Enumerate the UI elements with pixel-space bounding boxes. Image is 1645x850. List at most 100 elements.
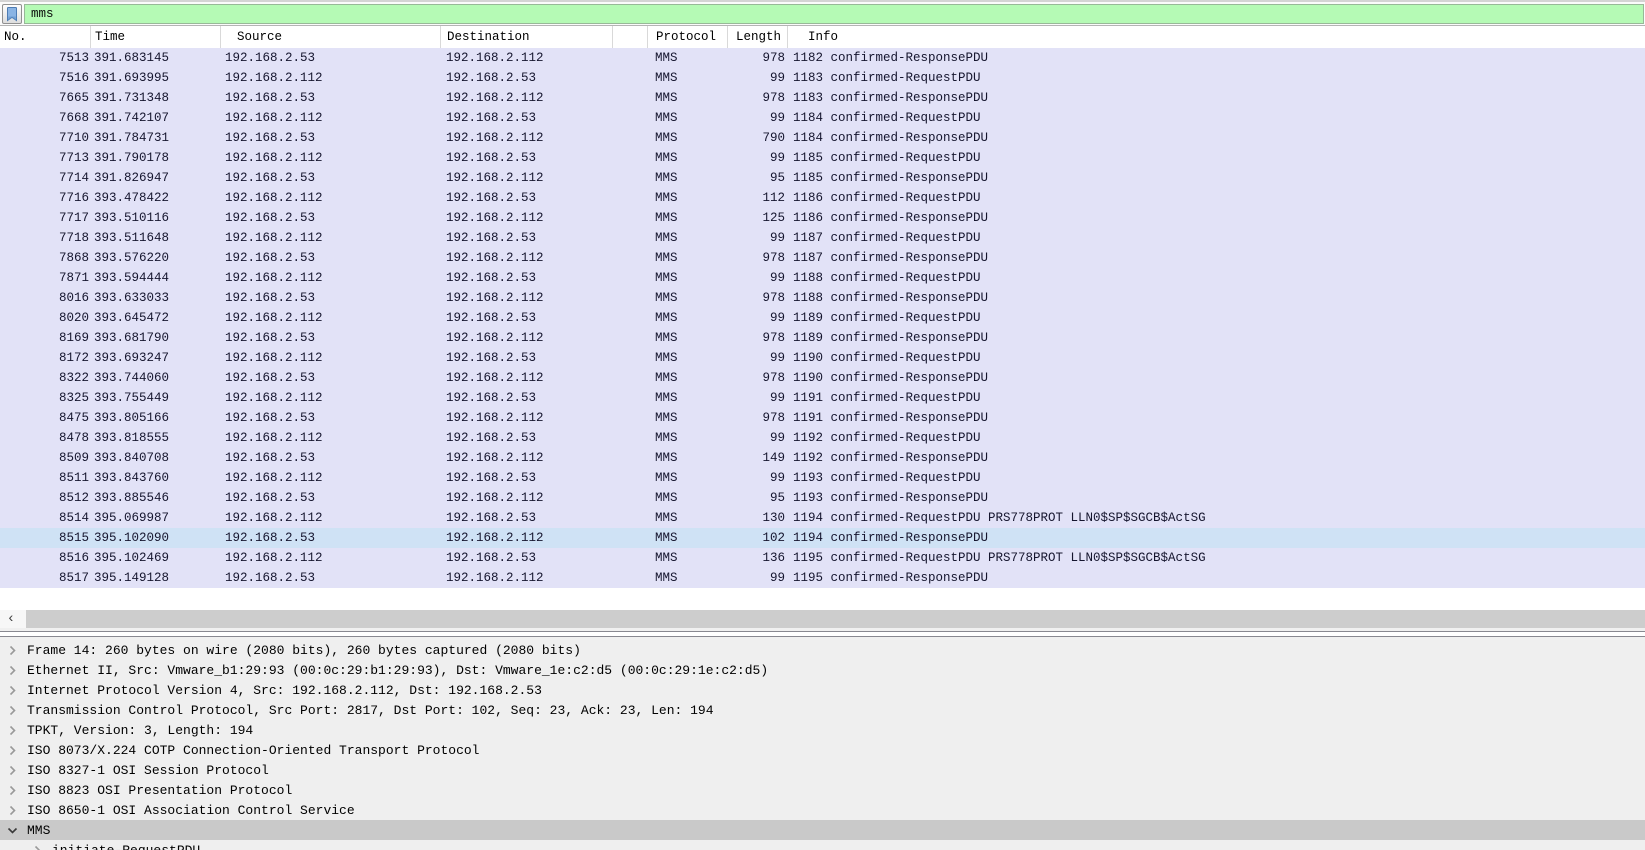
packet-row[interactable]: 7668 391.742107 192.168.2.112 192.168.2.53 M… bbox=[0, 108, 1645, 128]
packet-row[interactable]: 7665 391.731348 192.168.2.53 192.168.2.112 M… bbox=[0, 88, 1645, 108]
cell-length: 95 bbox=[769, 171, 785, 185]
detail-row[interactable]: Ethernet II, Src: Vmware_b1:29:93 (00:0c… bbox=[0, 660, 1645, 680]
detail-row-label: Frame 14: 260 bytes on wire (2080 bits),… bbox=[27, 642, 581, 658]
cell-time: 393.755449 bbox=[94, 391, 170, 405]
packet-row[interactable]: 8515 395.102090 192.168.2.53 192.168.2.112 M… bbox=[0, 528, 1645, 548]
cell-length: 978 bbox=[762, 251, 785, 265]
packet-row[interactable]: 8509 393.840708 192.168.2.53 192.168.2.112 M… bbox=[0, 448, 1645, 468]
packet-row[interactable]: 7710 391.784731 192.168.2.53 192.168.2.112 M… bbox=[0, 128, 1645, 148]
cell-length: 130 bbox=[762, 511, 785, 525]
packet-row[interactable]: 7513 391.683145 192.168.2.53 192.168.2.112 M… bbox=[0, 48, 1645, 68]
cell-protocol: MMS bbox=[655, 391, 678, 405]
packet-row[interactable]: 7713 391.790178 192.168.2.112 192.168.2.53 M… bbox=[0, 148, 1645, 168]
column-header-length[interactable]: Length bbox=[728, 26, 788, 48]
column-header-proto[interactable]: Protocol bbox=[648, 26, 728, 48]
chevron-right-icon[interactable] bbox=[6, 665, 18, 676]
cell-info: 1188 confirmed-ResponsePDU bbox=[793, 291, 989, 305]
packet-row[interactable]: 8016 393.633033 192.168.2.53 192.168.2.112 M… bbox=[0, 288, 1645, 308]
column-header-no[interactable]: No. bbox=[0, 26, 91, 48]
chevron-right-icon[interactable] bbox=[6, 645, 18, 656]
packet-row[interactable]: 8475 393.805166 192.168.2.53 192.168.2.112 M… bbox=[0, 408, 1645, 428]
cell-length: 99 bbox=[769, 71, 785, 85]
cell-time: 393.645472 bbox=[94, 311, 170, 325]
detail-row[interactable]: Transmission Control Protocol, Src Port:… bbox=[0, 700, 1645, 720]
cell-dst: 192.168.2.53 bbox=[446, 191, 537, 205]
detail-row[interactable]: ISO 8823 OSI Presentation Protocol bbox=[0, 780, 1645, 800]
cell-info: 1183 confirmed-ResponsePDU bbox=[793, 91, 989, 105]
cell-time: 393.693247 bbox=[94, 351, 170, 365]
packet-row[interactable]: 8516 395.102469 192.168.2.112 192.168.2.53 M… bbox=[0, 548, 1645, 568]
chevron-right-icon[interactable] bbox=[6, 805, 18, 816]
horizontal-scrollbar[interactable]: ‹ bbox=[0, 610, 1645, 628]
cell-length: 95 bbox=[769, 491, 785, 505]
packet-row[interactable]: 7716 393.478422 192.168.2.112 192.168.2.53 M… bbox=[0, 188, 1645, 208]
scroll-left-arrow-icon[interactable]: ‹ bbox=[0, 610, 22, 628]
detail-row[interactable]: Internet Protocol Version 4, Src: 192.16… bbox=[0, 680, 1645, 700]
chevron-right-icon[interactable] bbox=[6, 705, 18, 716]
packet-row[interactable]: 7871 393.594444 192.168.2.112 192.168.2.53 M… bbox=[0, 268, 1645, 288]
cell-length: 99 bbox=[769, 271, 785, 285]
display-filter-input[interactable]: mms bbox=[24, 3, 1644, 24]
column-header-source[interactable]: Source bbox=[221, 26, 441, 48]
cell-time: 393.633033 bbox=[94, 291, 170, 305]
cell-info: 1193 confirmed-RequestPDU bbox=[793, 471, 981, 485]
cell-no: 7665 bbox=[58, 91, 89, 105]
cell-length: 978 bbox=[762, 371, 785, 385]
chevron-right-icon[interactable] bbox=[6, 745, 18, 756]
chevron-right-icon[interactable] bbox=[6, 785, 18, 796]
detail-row[interactable]: ISO 8073/X.224 COTP Connection-Oriented … bbox=[0, 740, 1645, 760]
chevron-right-icon[interactable] bbox=[6, 685, 18, 696]
packet-row[interactable]: 7516 391.693995 192.168.2.112 192.168.2.53 M… bbox=[0, 68, 1645, 88]
cell-time: 393.510116 bbox=[94, 211, 170, 225]
detail-row[interactable]: MMS bbox=[0, 820, 1645, 840]
cell-no: 7868 bbox=[58, 251, 89, 265]
cell-time: 395.102469 bbox=[94, 551, 170, 565]
packet-row[interactable]: 8322 393.744060 192.168.2.53 192.168.2.112 M… bbox=[0, 368, 1645, 388]
packet-row[interactable]: 8478 393.818555 192.168.2.112 192.168.2.53 M… bbox=[0, 428, 1645, 448]
cell-dst: 192.168.2.112 bbox=[446, 171, 544, 185]
cell-info: 1194 confirmed-ResponsePDU bbox=[793, 531, 989, 545]
packet-row[interactable]: 8172 393.693247 192.168.2.112 192.168.2.53 M… bbox=[0, 348, 1645, 368]
horizontal-scrollbar-thumb[interactable] bbox=[26, 610, 1645, 628]
packet-row[interactable]: 8169 393.681790 192.168.2.53 192.168.2.112 M… bbox=[0, 328, 1645, 348]
chevron-right-icon[interactable] bbox=[31, 845, 43, 850]
detail-row[interactable]: initiate-RequestPDU bbox=[0, 840, 1645, 850]
column-header-time[interactable]: Time bbox=[91, 26, 221, 48]
cell-time: 393.576220 bbox=[94, 251, 170, 265]
packet-row[interactable]: 7868 393.576220 192.168.2.53 192.168.2.112 M… bbox=[0, 248, 1645, 268]
packet-row[interactable]: 7714 391.826947 192.168.2.53 192.168.2.112 M… bbox=[0, 168, 1645, 188]
cell-src: 192.168.2.53 bbox=[225, 331, 316, 345]
detail-row[interactable]: ISO 8327-1 OSI Session Protocol bbox=[0, 760, 1645, 780]
chevron-right-icon[interactable] bbox=[6, 765, 18, 776]
column-header-info[interactable]: Info bbox=[788, 26, 1645, 48]
packet-row[interactable]: 8511 393.843760 192.168.2.112 192.168.2.53 M… bbox=[0, 468, 1645, 488]
cell-protocol: MMS bbox=[655, 131, 678, 145]
column-header-dest[interactable]: Destination bbox=[441, 26, 613, 48]
cell-src: 192.168.2.53 bbox=[225, 251, 316, 265]
packet-row[interactable]: 7718 393.511648 192.168.2.112 192.168.2.53 M… bbox=[0, 228, 1645, 248]
cell-length: 99 bbox=[769, 571, 785, 585]
cell-time: 391.784731 bbox=[94, 131, 170, 145]
detail-row[interactable]: Frame 14: 260 bytes on wire (2080 bits),… bbox=[0, 640, 1645, 660]
packet-row[interactable]: 8325 393.755449 192.168.2.112 192.168.2.53 M… bbox=[0, 388, 1645, 408]
filter-bookmark-button[interactable] bbox=[2, 3, 22, 24]
cell-info: 1191 confirmed-RequestPDU bbox=[793, 391, 981, 405]
detail-row[interactable]: ISO 8650-1 OSI Association Control Servi… bbox=[0, 800, 1645, 820]
pane-splitter[interactable] bbox=[0, 628, 1645, 640]
cell-info: 1191 confirmed-ResponsePDU bbox=[793, 411, 989, 425]
cell-info: 1185 confirmed-ResponsePDU bbox=[793, 171, 989, 185]
packet-row[interactable]: 7717 393.510116 192.168.2.53 192.168.2.112 M… bbox=[0, 208, 1645, 228]
packet-row[interactable]: 8517 395.149128 192.168.2.53 192.168.2.112 M… bbox=[0, 568, 1645, 588]
cell-time: 393.805166 bbox=[94, 411, 170, 425]
cell-info: 1184 confirmed-RequestPDU bbox=[793, 111, 981, 125]
cell-time: 391.731348 bbox=[94, 91, 170, 105]
cell-no: 7716 bbox=[58, 191, 89, 205]
chevron-right-icon[interactable] bbox=[6, 725, 18, 736]
cell-dst: 192.168.2.112 bbox=[446, 371, 544, 385]
packet-row[interactable]: 8514 395.069987 192.168.2.112 192.168.2.53 M… bbox=[0, 508, 1645, 528]
detail-row[interactable]: TPKT, Version: 3, Length: 194 bbox=[0, 720, 1645, 740]
packet-row[interactable]: 8020 393.645472 192.168.2.112 192.168.2.53 M… bbox=[0, 308, 1645, 328]
packet-row[interactable]: 8512 393.885546 192.168.2.53 192.168.2.112 M… bbox=[0, 488, 1645, 508]
chevron-down-icon[interactable] bbox=[6, 825, 18, 836]
cell-info: 1190 confirmed-RequestPDU bbox=[793, 351, 981, 365]
